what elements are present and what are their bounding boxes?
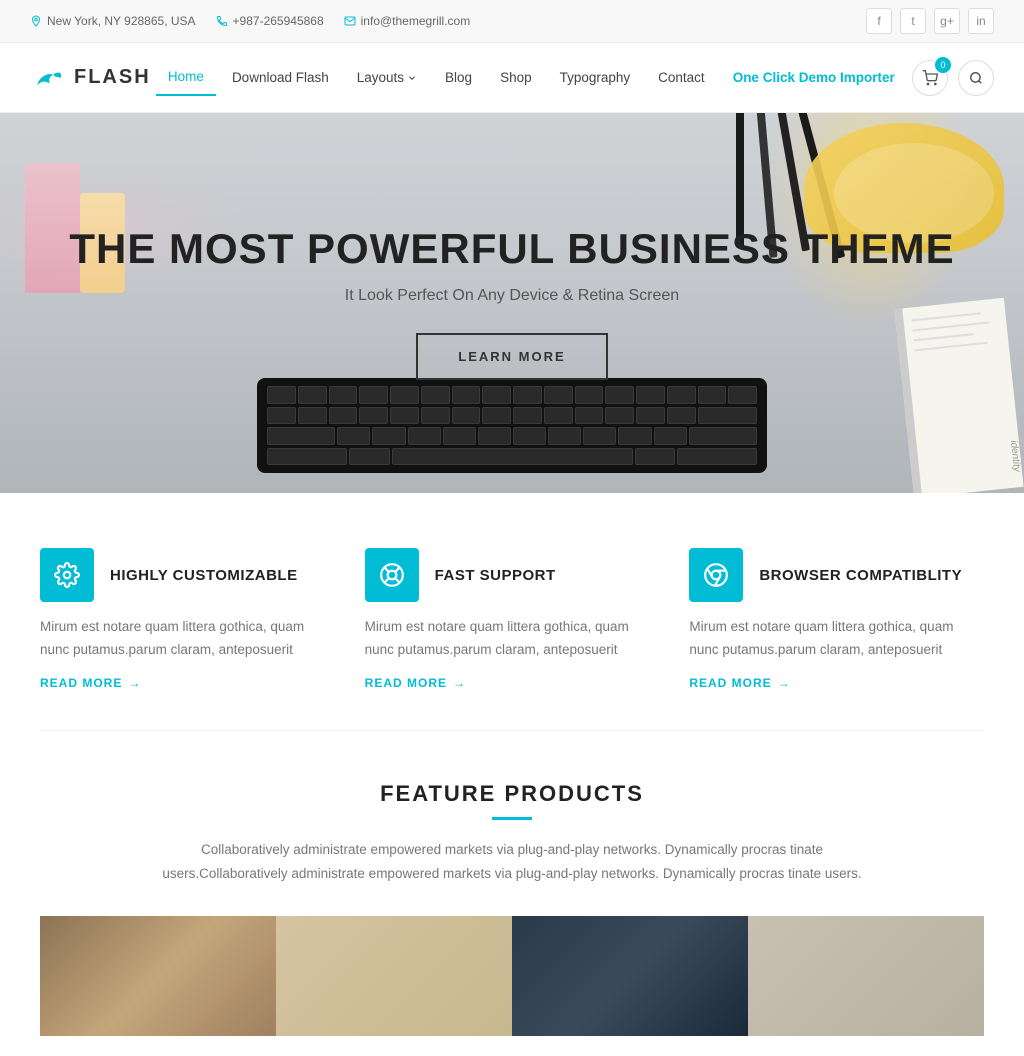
cart-button[interactable]: 0 bbox=[912, 60, 948, 96]
top-bar: New York, NY 928865, USA +987-265945868 … bbox=[0, 0, 1024, 43]
feature-header-3: BROWSER COMPATIBLITY bbox=[689, 548, 984, 602]
search-button[interactable] bbox=[958, 60, 994, 96]
facebook-icon[interactable]: f bbox=[866, 8, 892, 34]
location-icon bbox=[30, 15, 42, 27]
products-grid bbox=[40, 916, 984, 1036]
gear-icon bbox=[54, 562, 80, 588]
linkedin-icon[interactable]: in bbox=[968, 8, 994, 34]
products-description: Collaboratively administrate empowered m… bbox=[162, 838, 862, 887]
learn-more-button[interactable]: LEARN MORE bbox=[416, 333, 607, 380]
logo-text: FLASH bbox=[74, 66, 151, 89]
twitter-icon[interactable]: t bbox=[900, 8, 926, 34]
nav-layouts[interactable]: Layouts bbox=[345, 60, 429, 95]
feature-icon-3 bbox=[689, 548, 743, 602]
email-info: info@themegrill.com bbox=[344, 14, 471, 28]
browser-icon bbox=[703, 562, 729, 588]
arrow-right-icon: → bbox=[128, 676, 141, 690]
read-more-1[interactable]: READ MORE → bbox=[40, 676, 335, 690]
googleplus-icon[interactable]: g+ bbox=[934, 8, 960, 34]
feature-text-3: Mirum est notare quam littera gothica, q… bbox=[689, 616, 984, 662]
feature-icon-1 bbox=[40, 548, 94, 602]
feature-text-2: Mirum est notare quam littera gothica, q… bbox=[365, 616, 660, 662]
products-section: FEATURE PRODUCTS Collaboratively adminis… bbox=[0, 731, 1024, 1056]
features-section: HIGHLY CUSTOMIZABLE Mirum est notare qua… bbox=[0, 493, 1024, 730]
feature-header-1: HIGHLY CUSTOMIZABLE bbox=[40, 548, 335, 602]
main-header: FLASH Home Download Flash Layouts Blog S… bbox=[0, 43, 1024, 113]
nav-home[interactable]: Home bbox=[156, 59, 216, 96]
product-thumb-2[interactable] bbox=[276, 916, 512, 1036]
cart-badge: 0 bbox=[935, 57, 951, 73]
feature-title-3: BROWSER COMPATIBLITY bbox=[759, 567, 962, 584]
nav-actions: 0 bbox=[912, 60, 994, 96]
hero-content: THE MOST POWERFUL BUSINESS THEME It Look… bbox=[49, 226, 974, 379]
feature-icon-2 bbox=[365, 548, 419, 602]
email-icon bbox=[344, 15, 356, 27]
phone-icon bbox=[216, 15, 228, 27]
nav-contact[interactable]: Contact bbox=[646, 60, 717, 95]
product-thumb-4[interactable] bbox=[748, 916, 984, 1036]
nav-blog[interactable]: Blog bbox=[433, 60, 484, 95]
read-more-2[interactable]: READ MORE → bbox=[365, 676, 660, 690]
feature-text-1: Mirum est notare quam littera gothica, q… bbox=[40, 616, 335, 662]
feature-support: FAST SUPPORT Mirum est notare quam litte… bbox=[365, 548, 660, 690]
hero-section: identity THE MOST POWERFUL BUSINESS THEM… bbox=[0, 113, 1024, 493]
logo[interactable]: FLASH bbox=[30, 60, 151, 96]
chevron-down-icon bbox=[407, 73, 417, 83]
nav-demo-importer[interactable]: One Click Demo Importer bbox=[721, 60, 907, 95]
cart-icon bbox=[922, 70, 938, 86]
arrow-right-icon-2: → bbox=[453, 676, 466, 690]
hero-title: THE MOST POWERFUL BUSINESS THEME bbox=[69, 226, 954, 272]
products-title: FEATURE PRODUCTS bbox=[40, 781, 984, 807]
top-bar-left: New York, NY 928865, USA +987-265945868 … bbox=[30, 14, 470, 28]
logo-bird-icon bbox=[30, 60, 66, 96]
feature-title-1: HIGHLY CUSTOMIZABLE bbox=[110, 567, 298, 584]
main-nav: Home Download Flash Layouts Blog Shop Ty… bbox=[156, 59, 907, 96]
product-thumb-3[interactable] bbox=[512, 916, 748, 1036]
feature-browser: BROWSER COMPATIBLITY Mirum est notare qu… bbox=[689, 548, 984, 690]
feature-title-2: FAST SUPPORT bbox=[435, 567, 556, 584]
search-icon bbox=[969, 71, 983, 85]
feature-header-2: FAST SUPPORT bbox=[365, 548, 660, 602]
phone-info: +987-265945868 bbox=[216, 14, 324, 28]
social-icons: f t g+ in bbox=[866, 8, 994, 34]
feature-customizable: HIGHLY CUSTOMIZABLE Mirum est notare qua… bbox=[40, 548, 335, 690]
nav-download-flash[interactable]: Download Flash bbox=[220, 60, 341, 95]
nav-typography[interactable]: Typography bbox=[548, 60, 643, 95]
products-divider bbox=[492, 817, 532, 820]
nav-shop[interactable]: Shop bbox=[488, 60, 544, 95]
keyboard-decoration bbox=[257, 378, 767, 473]
arrow-right-icon-3: → bbox=[778, 676, 791, 690]
read-more-3[interactable]: READ MORE → bbox=[689, 676, 984, 690]
location-info: New York, NY 928865, USA bbox=[30, 14, 196, 28]
product-thumb-1[interactable] bbox=[40, 916, 276, 1036]
hero-subtitle: It Look Perfect On Any Device & Retina S… bbox=[69, 287, 954, 305]
support-icon bbox=[379, 562, 405, 588]
